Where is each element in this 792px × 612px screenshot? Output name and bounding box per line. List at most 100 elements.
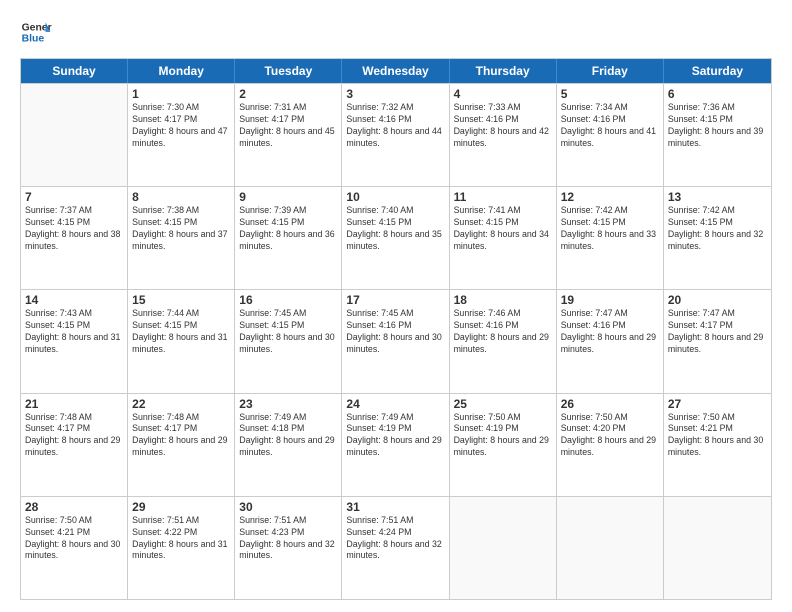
calendar-cell: 15Sunrise: 7:44 AMSunset: 4:15 PMDayligh… [128, 290, 235, 392]
day-info: Sunrise: 7:47 AMSunset: 4:16 PMDaylight:… [561, 308, 659, 356]
day-info: Sunrise: 7:42 AMSunset: 4:15 PMDaylight:… [561, 205, 659, 253]
weekday-header: Tuesday [235, 59, 342, 83]
day-info: Sunrise: 7:38 AMSunset: 4:15 PMDaylight:… [132, 205, 230, 253]
day-info: Sunrise: 7:48 AMSunset: 4:17 PMDaylight:… [132, 412, 230, 460]
weekday-header: Sunday [21, 59, 128, 83]
calendar-cell: 28Sunrise: 7:50 AMSunset: 4:21 PMDayligh… [21, 497, 128, 599]
day-number: 20 [668, 293, 767, 307]
day-number: 15 [132, 293, 230, 307]
day-number: 22 [132, 397, 230, 411]
calendar-cell [664, 497, 771, 599]
day-info: Sunrise: 7:37 AMSunset: 4:15 PMDaylight:… [25, 205, 123, 253]
calendar-row: 21Sunrise: 7:48 AMSunset: 4:17 PMDayligh… [21, 393, 771, 496]
weekday-header: Saturday [664, 59, 771, 83]
day-info: Sunrise: 7:45 AMSunset: 4:15 PMDaylight:… [239, 308, 337, 356]
calendar-cell: 24Sunrise: 7:49 AMSunset: 4:19 PMDayligh… [342, 394, 449, 496]
calendar-cell: 20Sunrise: 7:47 AMSunset: 4:17 PMDayligh… [664, 290, 771, 392]
svg-text:Blue: Blue [22, 34, 45, 45]
day-info: Sunrise: 7:40 AMSunset: 4:15 PMDaylight:… [346, 205, 444, 253]
day-number: 13 [668, 190, 767, 204]
day-info: Sunrise: 7:42 AMSunset: 4:15 PMDaylight:… [668, 205, 767, 253]
calendar-cell [557, 497, 664, 599]
day-number: 26 [561, 397, 659, 411]
day-number: 3 [346, 87, 444, 101]
day-number: 4 [454, 87, 552, 101]
day-number: 14 [25, 293, 123, 307]
day-number: 11 [454, 190, 552, 204]
day-number: 7 [25, 190, 123, 204]
calendar-cell: 27Sunrise: 7:50 AMSunset: 4:21 PMDayligh… [664, 394, 771, 496]
calendar-cell: 3Sunrise: 7:32 AMSunset: 4:16 PMDaylight… [342, 84, 449, 186]
calendar-body: 1Sunrise: 7:30 AMSunset: 4:17 PMDaylight… [21, 83, 771, 599]
day-info: Sunrise: 7:50 AMSunset: 4:21 PMDaylight:… [668, 412, 767, 460]
day-number: 27 [668, 397, 767, 411]
calendar-cell: 19Sunrise: 7:47 AMSunset: 4:16 PMDayligh… [557, 290, 664, 392]
day-info: Sunrise: 7:47 AMSunset: 4:17 PMDaylight:… [668, 308, 767, 356]
calendar-cell: 1Sunrise: 7:30 AMSunset: 4:17 PMDaylight… [128, 84, 235, 186]
day-info: Sunrise: 7:49 AMSunset: 4:18 PMDaylight:… [239, 412, 337, 460]
day-info: Sunrise: 7:50 AMSunset: 4:21 PMDaylight:… [25, 515, 123, 563]
day-number: 31 [346, 500, 444, 514]
day-number: 23 [239, 397, 337, 411]
calendar-row: 14Sunrise: 7:43 AMSunset: 4:15 PMDayligh… [21, 289, 771, 392]
day-info: Sunrise: 7:32 AMSunset: 4:16 PMDaylight:… [346, 102, 444, 150]
calendar-cell: 12Sunrise: 7:42 AMSunset: 4:15 PMDayligh… [557, 187, 664, 289]
calendar-cell: 9Sunrise: 7:39 AMSunset: 4:15 PMDaylight… [235, 187, 342, 289]
day-info: Sunrise: 7:49 AMSunset: 4:19 PMDaylight:… [346, 412, 444, 460]
day-info: Sunrise: 7:30 AMSunset: 4:17 PMDaylight:… [132, 102, 230, 150]
day-number: 25 [454, 397, 552, 411]
calendar-cell: 2Sunrise: 7:31 AMSunset: 4:17 PMDaylight… [235, 84, 342, 186]
day-number: 2 [239, 87, 337, 101]
day-info: Sunrise: 7:50 AMSunset: 4:19 PMDaylight:… [454, 412, 552, 460]
calendar-cell: 17Sunrise: 7:45 AMSunset: 4:16 PMDayligh… [342, 290, 449, 392]
day-info: Sunrise: 7:36 AMSunset: 4:15 PMDaylight:… [668, 102, 767, 150]
calendar-cell: 4Sunrise: 7:33 AMSunset: 4:16 PMDaylight… [450, 84, 557, 186]
day-number: 12 [561, 190, 659, 204]
day-number: 30 [239, 500, 337, 514]
day-number: 17 [346, 293, 444, 307]
calendar: SundayMondayTuesdayWednesdayThursdayFrid… [20, 58, 772, 600]
calendar-cell: 21Sunrise: 7:48 AMSunset: 4:17 PMDayligh… [21, 394, 128, 496]
day-info: Sunrise: 7:33 AMSunset: 4:16 PMDaylight:… [454, 102, 552, 150]
calendar-row: 28Sunrise: 7:50 AMSunset: 4:21 PMDayligh… [21, 496, 771, 599]
calendar-cell: 16Sunrise: 7:45 AMSunset: 4:15 PMDayligh… [235, 290, 342, 392]
calendar-cell: 25Sunrise: 7:50 AMSunset: 4:19 PMDayligh… [450, 394, 557, 496]
calendar-cell: 30Sunrise: 7:51 AMSunset: 4:23 PMDayligh… [235, 497, 342, 599]
calendar-cell: 23Sunrise: 7:49 AMSunset: 4:18 PMDayligh… [235, 394, 342, 496]
calendar-cell: 5Sunrise: 7:34 AMSunset: 4:16 PMDaylight… [557, 84, 664, 186]
calendar-cell: 18Sunrise: 7:46 AMSunset: 4:16 PMDayligh… [450, 290, 557, 392]
calendar-cell: 29Sunrise: 7:51 AMSunset: 4:22 PMDayligh… [128, 497, 235, 599]
page: General Blue SundayMondayTuesdayWednesda… [0, 0, 792, 612]
day-info: Sunrise: 7:51 AMSunset: 4:22 PMDaylight:… [132, 515, 230, 563]
day-info: Sunrise: 7:31 AMSunset: 4:17 PMDaylight:… [239, 102, 337, 150]
day-number: 24 [346, 397, 444, 411]
day-number: 6 [668, 87, 767, 101]
day-info: Sunrise: 7:48 AMSunset: 4:17 PMDaylight:… [25, 412, 123, 460]
day-info: Sunrise: 7:34 AMSunset: 4:16 PMDaylight:… [561, 102, 659, 150]
day-info: Sunrise: 7:45 AMSunset: 4:16 PMDaylight:… [346, 308, 444, 356]
calendar-cell: 6Sunrise: 7:36 AMSunset: 4:15 PMDaylight… [664, 84, 771, 186]
day-number: 29 [132, 500, 230, 514]
day-info: Sunrise: 7:41 AMSunset: 4:15 PMDaylight:… [454, 205, 552, 253]
day-number: 8 [132, 190, 230, 204]
calendar-cell: 7Sunrise: 7:37 AMSunset: 4:15 PMDaylight… [21, 187, 128, 289]
calendar-cell: 10Sunrise: 7:40 AMSunset: 4:15 PMDayligh… [342, 187, 449, 289]
day-number: 9 [239, 190, 337, 204]
calendar-cell [21, 84, 128, 186]
logo: General Blue [20, 16, 52, 48]
calendar-cell: 22Sunrise: 7:48 AMSunset: 4:17 PMDayligh… [128, 394, 235, 496]
weekday-header: Wednesday [342, 59, 449, 83]
weekday-header: Friday [557, 59, 664, 83]
calendar-header: SundayMondayTuesdayWednesdayThursdayFrid… [21, 59, 771, 83]
day-info: Sunrise: 7:51 AMSunset: 4:24 PMDaylight:… [346, 515, 444, 563]
calendar-cell: 14Sunrise: 7:43 AMSunset: 4:15 PMDayligh… [21, 290, 128, 392]
calendar-cell: 26Sunrise: 7:50 AMSunset: 4:20 PMDayligh… [557, 394, 664, 496]
weekday-header: Thursday [450, 59, 557, 83]
calendar-cell: 11Sunrise: 7:41 AMSunset: 4:15 PMDayligh… [450, 187, 557, 289]
calendar-cell [450, 497, 557, 599]
weekday-header: Monday [128, 59, 235, 83]
day-info: Sunrise: 7:51 AMSunset: 4:23 PMDaylight:… [239, 515, 337, 563]
calendar-row: 7Sunrise: 7:37 AMSunset: 4:15 PMDaylight… [21, 186, 771, 289]
day-info: Sunrise: 7:46 AMSunset: 4:16 PMDaylight:… [454, 308, 552, 356]
day-number: 10 [346, 190, 444, 204]
